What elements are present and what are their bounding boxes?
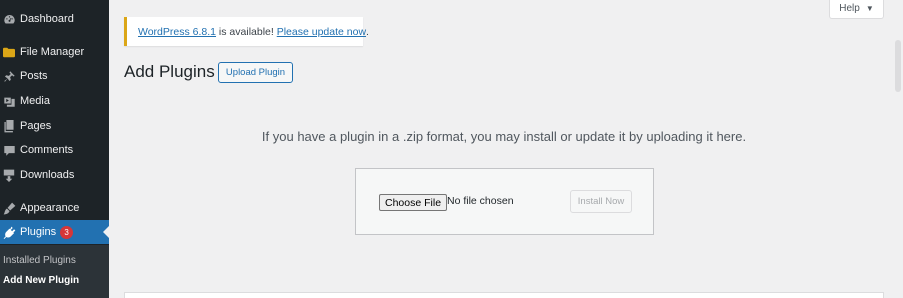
admin-sidebar: Dashboard File Manager Posts Media Pages… [0, 0, 109, 298]
choose-file-button[interactable]: Choose File [379, 194, 448, 211]
submenu-item-add-new-plugin[interactable]: Add New Plugin [3, 275, 79, 286]
plugin-icon [2, 225, 16, 239]
sidebar-item-posts[interactable]: Posts [0, 64, 109, 88]
notice-period: . [366, 25, 369, 38]
media-icon [2, 94, 16, 108]
sidebar-item-label: Dashboard [20, 13, 74, 25]
sidebar-item-plugins[interactable]: Plugins 3 [0, 220, 109, 244]
update-now-link[interactable]: Please update now [277, 26, 366, 38]
upload-plugin-form: Choose File No file chosen Install Now [355, 168, 654, 235]
sidebar-item-pages[interactable]: Pages [0, 114, 109, 138]
wordpress-version-link[interactable]: WordPress 6.8.1 [138, 26, 216, 38]
upload-help-text: If you have a plugin in a .zip format, y… [261, 129, 747, 144]
sidebar-item-file-manager[interactable]: File Manager [0, 40, 109, 64]
sidebar-item-label: Downloads [20, 169, 75, 181]
update-count-badge: 3 [60, 225, 74, 239]
update-notice: WordPress 6.8.1 is available! Please upd… [124, 17, 369, 46]
upload-plugin-button[interactable]: Upload Plugin [218, 62, 293, 83]
notice-text: is available! [216, 25, 277, 38]
page-title: Add Plugins [124, 62, 215, 81]
folder-icon [2, 45, 16, 59]
sidebar-item-downloads[interactable]: Downloads [0, 163, 109, 187]
sidebar-item-label: Media [20, 95, 50, 107]
submenu-item-installed-plugins[interactable]: Installed Plugins [3, 255, 76, 266]
sidebar-item-comments[interactable]: Comments [0, 138, 109, 162]
dashboard-icon [2, 12, 16, 26]
plugins-submenu: Installed Plugins Add New Plugin [0, 245, 109, 298]
install-now-button[interactable]: Install Now [570, 190, 632, 213]
pin-icon [2, 69, 16, 83]
comment-icon [2, 143, 16, 157]
caret-down-icon: ▼ [865, 4, 874, 13]
file-status-text: No file chosen [447, 195, 514, 207]
scrollbar-thumb[interactable] [895, 40, 901, 92]
plugin-list-panel [124, 292, 884, 298]
sidebar-item-media[interactable]: Media [0, 89, 109, 113]
help-button[interactable]: Help ▼ [829, 0, 884, 19]
pages-icon [2, 119, 16, 133]
active-menu-arrow [103, 226, 109, 238]
sidebar-item-label: Posts [20, 70, 48, 82]
sidebar-item-label: File Manager [20, 46, 85, 58]
sidebar-item-label: Comments [20, 144, 74, 156]
sidebar-item-label: Plugins [20, 226, 57, 238]
download-icon [2, 168, 16, 182]
sidebar-item-label: Pages [20, 120, 52, 132]
brush-icon [2, 201, 16, 215]
help-label: Help [839, 3, 860, 14]
sidebar-item-label: Appearance [20, 202, 80, 214]
sidebar-item-appearance[interactable]: Appearance [0, 196, 109, 220]
sidebar-item-dashboard[interactable]: Dashboard [0, 7, 109, 31]
